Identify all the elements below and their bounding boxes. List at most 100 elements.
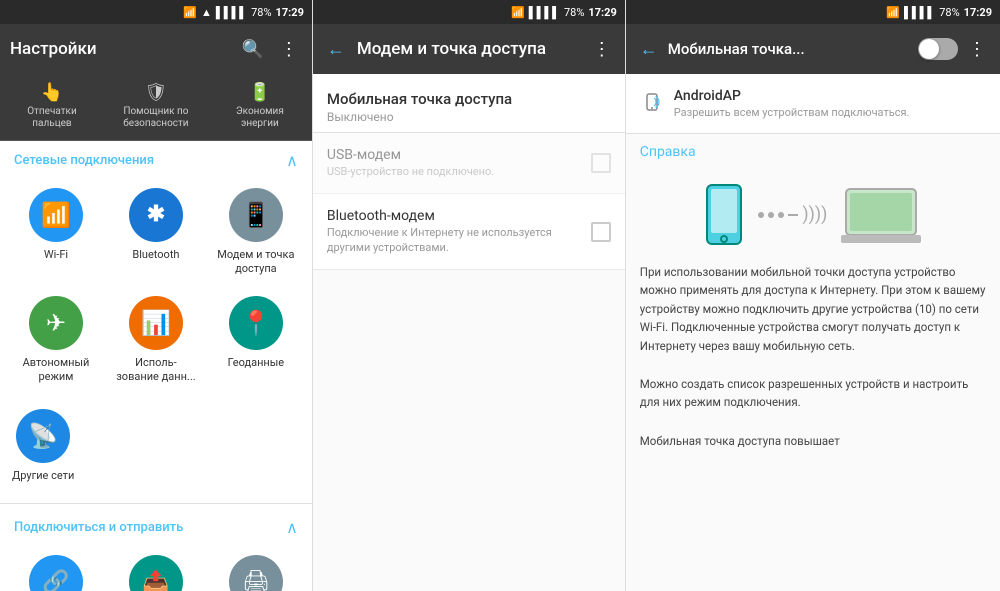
modem-item[interactable]: 📱 Модем и точка доступа: [208, 180, 304, 285]
bt-modem-item[interactable]: Bluetooth-модем Подключение к Интернету …: [313, 194, 625, 270]
airplane-label: Автономный режим: [23, 356, 90, 385]
signal-icon-3: ▌▌▌▌: [904, 6, 935, 19]
modem-panel: 📶 ▌▌▌▌ 78% 17:29 ← Модем и точка доступа…: [313, 0, 626, 591]
help-title: Справка: [640, 144, 986, 160]
battery-text-2: 78%: [564, 6, 584, 19]
androidap-sub: Разрешить всем устройствам подключаться.: [674, 106, 910, 119]
other-networks-circle: 📡: [16, 409, 70, 463]
connect-icon-1: 🔗: [42, 570, 69, 591]
data-usage-item[interactable]: 📊 Исполь- зование данн...: [108, 288, 204, 393]
shortcut-power[interactable]: 🔋 Экономия энергии: [220, 80, 300, 130]
section-connect-title: Подключиться и отправить: [14, 520, 183, 535]
airplane-item[interactable]: ✈ Автономный режим: [8, 288, 104, 393]
usb-modem-title: USB-модем: [327, 147, 591, 163]
data-circle: 📊: [129, 296, 183, 350]
connect-icon-3: 🖨: [242, 570, 270, 591]
shortcut-fingerprint[interactable]: 👆 Отпечатки пальцев: [12, 80, 92, 130]
connect-item-1[interactable]: 🔗: [8, 547, 104, 591]
usb-modem-sub: USB-устройство не подключено.: [327, 165, 591, 179]
hotspot-detail-toolbar: ← Мобильная точка... ⋮: [626, 24, 1000, 74]
hotspot-back-icon[interactable]: ←: [636, 35, 662, 64]
bluetooth-icon: ✱: [147, 202, 165, 227]
bt-modem-sub: Подключение к Интернету не используется …: [327, 226, 591, 255]
modem-toolbar: ← Модем и точка доступа ⋮: [313, 24, 625, 74]
geo-circle: 📍: [229, 296, 283, 350]
sim-icon-2: 📶: [511, 6, 525, 19]
illus-laptop: [841, 185, 921, 245]
section-network-chevron[interactable]: ∧: [286, 151, 298, 170]
help-section: Справка: [626, 134, 1000, 172]
androidap-name: AndroidAP: [674, 88, 910, 104]
airplane-icon: ✈: [46, 309, 66, 337]
modem-title: Модем и точка доступа: [357, 39, 581, 59]
bluetooth-item[interactable]: ✱ Bluetooth: [108, 180, 204, 285]
hotspot-detail-title: Мобильная точка...: [668, 40, 908, 58]
hotspot-scroll: AndroidAP Разрешить всем устройствам под…: [626, 74, 1000, 591]
data-icon: 📊: [141, 309, 171, 337]
androidap-item[interactable]: AndroidAP Разрешить всем устройствам под…: [626, 74, 1000, 134]
geo-icon: 📍: [241, 309, 271, 337]
modem-more-icon[interactable]: ⋮: [589, 35, 615, 64]
hotspot-more-icon[interactable]: ⋮: [964, 35, 990, 64]
wifi-circle: 📶: [29, 188, 83, 242]
search-icon[interactable]: 🔍: [237, 35, 267, 64]
more-options-icon[interactable]: ⋮: [276, 35, 302, 64]
settings-toolbar: Настройки 🔍 ⋮: [0, 24, 312, 74]
connect-circle-1: 🔗: [29, 555, 83, 591]
bluetooth-circle: ✱: [129, 188, 183, 242]
connect-icon-2: 📤: [142, 570, 169, 591]
device-illustration: )))): [626, 172, 1000, 257]
battery-text-3: 78%: [939, 6, 959, 19]
connect-item-2[interactable]: 📤: [108, 547, 204, 591]
section-connect-header[interactable]: Подключиться и отправить ∧: [0, 508, 312, 543]
other-networks-item[interactable]: 📡 Другие сети: [8, 401, 78, 491]
geo-item[interactable]: 📍 Геоданные: [208, 288, 304, 393]
shortcut-security[interactable]: 🛡 Помощник по безопасности: [116, 80, 196, 130]
sim-icon-3: 📶: [886, 6, 900, 19]
status-bar-2: 📶 ▌▌▌▌ 78% 17:29: [313, 0, 625, 24]
help-text-1: При использовании мобильной точки доступ…: [626, 257, 1000, 361]
help-text-2: Можно создать список разрешенных устройс…: [626, 369, 1000, 418]
connect-item-3[interactable]: 🖨: [208, 547, 304, 591]
status-bar-3: 📶 ▌▌▌▌ 78% 17:29: [626, 0, 1000, 24]
toggle-knob: [919, 39, 939, 59]
hotspot-header[interactable]: Мобильная точка доступа Выключено: [313, 74, 625, 133]
geo-label: Геоданные: [228, 356, 285, 370]
modem-icon: 📱: [241, 201, 271, 229]
time-text-2: 17:29: [588, 6, 616, 19]
bt-modem-title: Bluetooth-модем: [327, 208, 591, 224]
network-icon-grid: 📶 Wi-Fi ✱ Bluetooth 📱 Модем и точка дост…: [0, 176, 312, 397]
wifi-item[interactable]: 📶 Wi-Fi: [8, 180, 104, 285]
airplane-circle: ✈: [29, 296, 83, 350]
bt-modem-checkbox[interactable]: [591, 222, 611, 242]
hotspot-detail-panel: 📶 ▌▌▌▌ 78% 17:29 ← Мобильная точка... ⋮: [626, 0, 1000, 591]
bt-modem-text: Bluetooth-модем Подключение к Интернету …: [327, 208, 591, 255]
connect-circle-3: 🖨: [229, 555, 283, 591]
androidap-text: AndroidAP Разрешить всем устройствам под…: [674, 88, 910, 119]
usb-modem-item[interactable]: USB-модем USB-устройство не подключено.: [313, 133, 625, 194]
wifi-label: Wi-Fi: [44, 248, 68, 262]
settings-title: Настройки: [10, 39, 229, 59]
other-networks-label: Другие сети: [12, 469, 74, 483]
signal-icon: ▌▌▌▌: [216, 6, 247, 19]
sim-icon: 📶: [183, 6, 197, 19]
hotspot-title: Мобильная точка доступа: [327, 90, 611, 108]
time-text: 17:29: [276, 6, 304, 19]
modem-back-icon[interactable]: ←: [323, 35, 349, 64]
wifi-icon: 📶: [41, 201, 71, 229]
hotspot-toggle[interactable]: [918, 38, 958, 60]
illus-phone: [704, 182, 744, 247]
modem-circle: 📱: [229, 188, 283, 242]
divider-1: [0, 503, 312, 504]
other-networks-icon: 📡: [28, 422, 58, 450]
section-connect-chevron[interactable]: ∧: [286, 518, 298, 537]
section-network-header[interactable]: Сетевые подключения ∧: [0, 141, 312, 176]
connect-circle-2: 📤: [129, 555, 183, 591]
androidap-icon: [640, 90, 664, 119]
help-text-3: Мобильная точка доступа повышает: [626, 426, 1000, 456]
status-bar-1: 📶 ▲ ▌▌▌▌ 78% 17:29: [0, 0, 312, 24]
usb-modem-checkbox[interactable]: [591, 153, 611, 173]
modem-label: Модем и точка доступа: [217, 248, 294, 277]
data-label: Исполь- зование данн...: [116, 356, 195, 385]
hotspot-status: Выключено: [327, 110, 611, 124]
